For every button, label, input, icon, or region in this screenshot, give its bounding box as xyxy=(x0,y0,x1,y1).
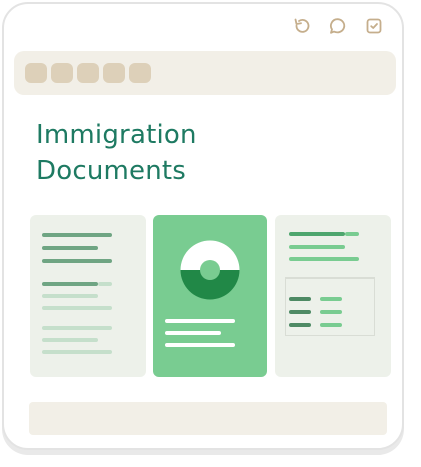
form-cell xyxy=(289,297,311,301)
task-check-icon[interactable] xyxy=(364,16,384,36)
form-cell xyxy=(320,323,342,327)
placeholder-dot-bar xyxy=(14,51,396,95)
placeholder-dot xyxy=(129,63,151,83)
title-line-2: Documents xyxy=(36,156,187,186)
document-card-id xyxy=(153,215,267,377)
form-cell xyxy=(289,310,311,314)
text-line-placeholder xyxy=(42,306,112,310)
text-line-placeholder xyxy=(42,294,98,298)
text-line-placeholder xyxy=(42,326,112,330)
text-line-placeholder xyxy=(42,259,112,263)
text-line-placeholder xyxy=(42,246,98,250)
document-title: Immigration Documents xyxy=(36,117,197,189)
placeholder-dot xyxy=(51,63,73,83)
text-line-placeholder xyxy=(42,350,112,354)
text-line-placeholder xyxy=(42,233,112,237)
form-line-placeholder xyxy=(289,245,345,249)
document-window: Immigration Documents xyxy=(2,2,404,450)
text-line-placeholder xyxy=(42,282,98,286)
form-line-placeholder xyxy=(289,232,345,236)
toolbar xyxy=(292,16,384,36)
id-line-placeholder xyxy=(165,319,235,323)
form-cell xyxy=(320,310,342,314)
id-line-placeholder xyxy=(165,343,235,347)
id-photo-icon xyxy=(180,240,240,300)
text-line-placeholder xyxy=(42,338,98,342)
document-card-form xyxy=(275,215,391,377)
comment-icon[interactable] xyxy=(328,16,348,36)
title-line-1: Immigration xyxy=(36,120,197,150)
placeholder-dot xyxy=(103,63,125,83)
undo-icon[interactable] xyxy=(292,16,312,36)
bottom-placeholder-bar xyxy=(29,402,387,435)
form-line-placeholder xyxy=(289,257,359,261)
document-card-text xyxy=(30,215,146,377)
placeholder-dot xyxy=(25,63,47,83)
form-line-placeholder xyxy=(345,232,359,236)
placeholder-dot xyxy=(77,63,99,83)
id-line-placeholder xyxy=(165,331,221,335)
form-table xyxy=(285,277,375,336)
form-cell xyxy=(289,323,311,327)
form-cell xyxy=(320,297,342,301)
text-line-placeholder xyxy=(98,282,112,286)
